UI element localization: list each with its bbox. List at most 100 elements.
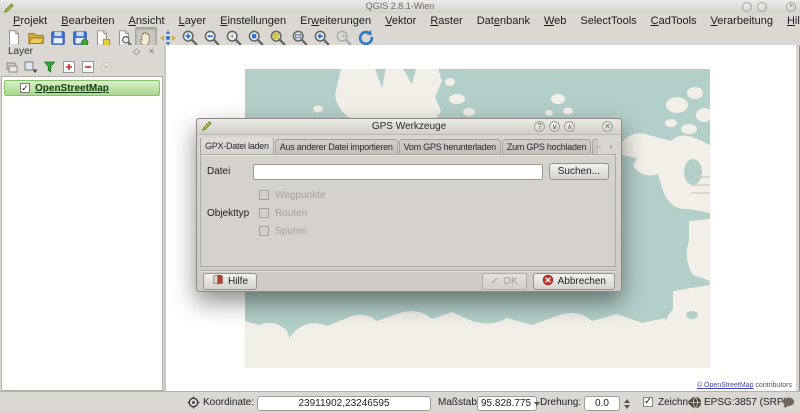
crs-globe-icon[interactable] bbox=[689, 396, 702, 412]
map-attribution: © OpenStreetMap contributors bbox=[697, 382, 792, 389]
objecttype-checkbox-group: Wegpunkte Routen Spuren bbox=[259, 186, 325, 240]
close-button[interactable] bbox=[786, 2, 796, 12]
dialog-whatsthis-button[interactable] bbox=[534, 121, 545, 132]
layers-panel-title: Layer bbox=[8, 46, 33, 57]
ok-button[interactable]: ✓ OK bbox=[482, 273, 527, 290]
routen-checkbox bbox=[259, 208, 269, 218]
layers-panel-toolbar bbox=[0, 59, 164, 75]
spuren-label: Spuren bbox=[275, 226, 307, 237]
osm-attribution-link[interactable]: © OpenStreetMap bbox=[697, 382, 754, 389]
menu-erweiterungen[interactable]: Erweiterungen bbox=[293, 15, 378, 27]
layer-tree[interactable]: OpenStreetMap bbox=[1, 76, 163, 391]
render-checkbox[interactable] bbox=[643, 397, 653, 407]
layer-visibility-checkbox[interactable] bbox=[20, 83, 30, 93]
add-group-icon bbox=[5, 60, 19, 74]
expand-all-button[interactable] bbox=[61, 60, 76, 75]
objecttype-row-routen: Routen bbox=[259, 204, 325, 222]
menu-layer[interactable]: Layer bbox=[172, 15, 214, 27]
collapse-all-button[interactable] bbox=[80, 60, 95, 75]
gpx-load-tab-page: Datei Suchen... Objekttyp Wegpunkte Route… bbox=[200, 154, 616, 267]
remove-layer-button bbox=[99, 60, 114, 75]
menu-raster[interactable]: Raster bbox=[423, 15, 469, 27]
title-bar: QGIS 2.8.1-Wien bbox=[0, 0, 800, 14]
osm-attribution-suffix: contributors bbox=[755, 382, 792, 389]
scale-combobox[interactable]: 95.828.775 bbox=[477, 396, 537, 411]
dialog-shade-button[interactable] bbox=[549, 121, 560, 132]
filter-legend-button[interactable] bbox=[42, 60, 57, 75]
layer-visibility-icon bbox=[24, 60, 38, 74]
menu-web[interactable]: Web bbox=[537, 15, 573, 27]
filter-legend-icon bbox=[43, 60, 57, 74]
help-button[interactable]: Hilfe bbox=[203, 273, 257, 290]
lake bbox=[686, 311, 698, 319]
main-toolbar bbox=[0, 28, 800, 46]
status-bar: Koordinate: Maßstab 95.828.775 Drehung: … bbox=[0, 391, 800, 413]
coordinate-tracker-icon[interactable] bbox=[187, 396, 200, 412]
dialog-title-bar[interactable]: GPS Werkzeuge bbox=[197, 119, 621, 135]
scale-label: Maßstab bbox=[438, 397, 477, 408]
cancel-button-label: Abbrechen bbox=[558, 276, 606, 287]
dock-close-button[interactable]: × bbox=[146, 46, 157, 57]
add-group-button[interactable] bbox=[4, 60, 19, 75]
bay bbox=[684, 159, 702, 185]
layers-panel-header: Layer ◇ × bbox=[0, 45, 164, 59]
rotation-spinner[interactable] bbox=[584, 396, 630, 411]
expand-all-icon bbox=[62, 60, 76, 74]
dialog-separator bbox=[200, 270, 618, 271]
coordinate-input[interactable] bbox=[257, 396, 431, 411]
tab-scroll-left-button[interactable]: ‹ bbox=[595, 141, 605, 153]
wegpunkte-checkbox bbox=[259, 190, 269, 200]
layer-visibility-button[interactable] bbox=[23, 60, 38, 75]
menu-bar: ProjektBearbeitenAnsichtLayerEinstellung… bbox=[0, 13, 800, 28]
menu-cadtools[interactable]: CadTools bbox=[644, 15, 704, 27]
menu-verarbeitung[interactable]: Verarbeitung bbox=[704, 15, 780, 27]
dock-float-button[interactable]: ◇ bbox=[131, 46, 142, 57]
objecttype-label: Objekttyp bbox=[207, 208, 253, 219]
dialog-maximize-button[interactable] bbox=[564, 121, 575, 132]
remove-layer-icon bbox=[100, 60, 114, 74]
rotation-input[interactable] bbox=[584, 396, 620, 411]
dialog-button-box: Hilfe ✓ OK Abbrechen bbox=[203, 273, 615, 290]
menu-datenbank[interactable]: Datenbank bbox=[470, 15, 537, 27]
objecttype-row-wegpunkte: Wegpunkte bbox=[259, 186, 325, 204]
routen-label: Routen bbox=[275, 208, 307, 219]
menu-bearbeiten[interactable]: Bearbeiten bbox=[54, 15, 121, 27]
help-icon bbox=[212, 274, 224, 289]
spinner-arrows-icon[interactable] bbox=[624, 399, 630, 409]
dialog-tab-bar: GPX-Datei ladenAus anderer Datei importi… bbox=[200, 138, 598, 155]
menu-selecttools[interactable]: SelectTools bbox=[573, 15, 643, 27]
menu-ansicht[interactable]: Ansicht bbox=[121, 15, 171, 27]
file-label: Datei bbox=[207, 166, 253, 177]
layer-item-openstreetmap[interactable]: OpenStreetMap bbox=[4, 80, 160, 96]
ok-button-label: OK bbox=[503, 276, 517, 287]
minimize-button[interactable] bbox=[742, 2, 752, 12]
layer-name: OpenStreetMap bbox=[35, 83, 109, 94]
browse-button[interactable]: Suchen... bbox=[549, 163, 609, 180]
tab-zum-gps-hochladen[interactable]: Zum GPS hochladen bbox=[502, 139, 591, 155]
crs-status-label[interactable]: EPSG:3857 (SRP) bbox=[704, 397, 787, 408]
menu-einstellungen[interactable]: Einstellungen bbox=[213, 15, 293, 27]
tab-vom-gps-herunterladen[interactable]: Vom GPS herunterladen bbox=[399, 139, 501, 155]
menu-vektor[interactable]: Vektor bbox=[378, 15, 423, 27]
ok-icon: ✓ bbox=[491, 276, 499, 287]
window-title: QGIS 2.8.1-Wien bbox=[0, 1, 800, 11]
menu-hilfe[interactable]: Hilfe bbox=[780, 15, 800, 27]
spuren-checkbox bbox=[259, 226, 269, 236]
cancel-button[interactable]: Abbrechen bbox=[533, 273, 615, 290]
menu-projekt[interactable]: Projekt bbox=[6, 15, 54, 27]
rotation-label: Drehung: bbox=[540, 397, 581, 408]
dialog-close-button[interactable] bbox=[602, 121, 613, 132]
tab-scroll-right-button[interactable]: › bbox=[606, 141, 616, 153]
tab-aus-anderer-datei-importieren[interactable]: Aus anderer Datei importieren bbox=[275, 139, 398, 155]
messages-icon[interactable] bbox=[782, 396, 795, 412]
help-button-label: Hilfe bbox=[228, 276, 248, 287]
objecttype-row-spuren: Spuren bbox=[259, 222, 325, 240]
tab-gpx-datei-laden[interactable]: GPX-Datei laden bbox=[200, 138, 274, 155]
collapse-all-icon bbox=[81, 60, 95, 74]
cancel-icon bbox=[542, 274, 554, 289]
file-input[interactable] bbox=[253, 164, 543, 180]
coordinate-label: Koordinate: bbox=[203, 397, 254, 408]
maximize-button[interactable] bbox=[757, 2, 767, 12]
wegpunkte-label: Wegpunkte bbox=[275, 190, 325, 201]
layers-panel: Layer ◇ × OpenStreetMap bbox=[0, 45, 164, 392]
